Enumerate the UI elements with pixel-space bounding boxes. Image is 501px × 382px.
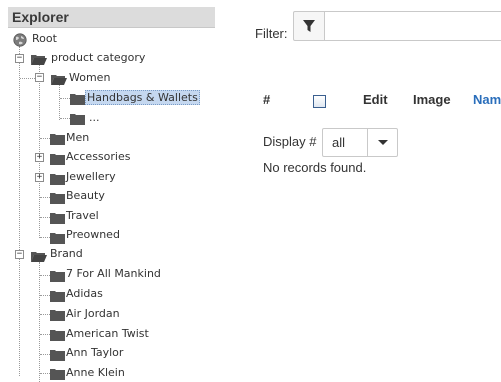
column-header-index: # [263, 92, 271, 107]
tree-item-label: Jewellery [66, 170, 116, 183]
tree-item-anne-klein[interactable]: Anne Klein [64, 364, 127, 382]
tree-line [40, 237, 50, 238]
display-count-label: Display # [263, 134, 317, 149]
tree-line [40, 354, 50, 355]
tree-item-air-jordan[interactable]: Air Jordan [64, 305, 122, 323]
tree-item-jewellery[interactable]: Jewellery [64, 168, 118, 186]
tree-root[interactable]: Root [30, 30, 59, 48]
tree-item-label: Travel [66, 209, 99, 222]
folder-open-icon [50, 73, 68, 85]
tree-line [40, 295, 50, 296]
tree-item-preowned[interactable]: Preowned [64, 226, 122, 244]
tree-item-label: Anne Klein [66, 366, 125, 379]
tree-line [20, 78, 35, 79]
tree-line [59, 84, 60, 120]
tree-line [60, 118, 70, 119]
tree-item-travel[interactable]: Travel [64, 207, 101, 225]
tree-item-label: Brand [50, 247, 83, 260]
tree-line [40, 314, 50, 315]
tree-root-label: Root [32, 32, 57, 45]
column-header-edit: Edit [363, 92, 388, 107]
folder-icon [70, 113, 88, 125]
tree-item-label: Preowned [66, 228, 120, 241]
tree-item-american-twist[interactable]: American Twist [64, 325, 151, 343]
chevron-down-icon [367, 129, 397, 156]
explorer-panel: Explorer Root − product category − Women… [0, 0, 215, 382]
tree-line [40, 138, 50, 139]
select-all-checkbox[interactable] [313, 95, 326, 108]
tree-line [40, 334, 50, 335]
folder-open-icon [30, 53, 48, 65]
globe-icon [13, 32, 27, 47]
tree-line [39, 262, 40, 382]
tree-item-label: product category [51, 51, 146, 64]
collapse-toggle[interactable]: − [15, 54, 24, 63]
tree-item-7-for-all-mankind[interactable]: 7 For All Mankind [64, 265, 163, 283]
collapse-toggle[interactable]: − [15, 250, 24, 259]
tree-item-product-category[interactable]: product category [49, 49, 147, 67]
collapse-toggle[interactable]: − [35, 73, 44, 82]
tree-line [19, 46, 20, 376]
display-count-select[interactable]: all [322, 128, 398, 157]
tree-line [39, 64, 40, 238]
filter-input[interactable] [325, 11, 501, 41]
tree-item-label: Accessories [66, 150, 131, 163]
tree-line [40, 197, 50, 198]
tree-item-label: Women [69, 71, 111, 84]
tree-item-label: Adidas [66, 287, 103, 300]
tree-item-beauty[interactable]: Beauty [64, 187, 107, 205]
tree-item-adidas[interactable]: Adidas [64, 285, 105, 303]
tree-item-label: Handbags & Wallets [85, 90, 200, 105]
tree-line [40, 217, 50, 218]
tree-item-label: Beauty [66, 189, 105, 202]
tree-item-brand[interactable]: Brand [48, 245, 85, 263]
empty-message: No records found. [263, 160, 367, 175]
tree-line [40, 275, 50, 276]
folder-open-icon [30, 250, 48, 262]
filter-button[interactable] [293, 11, 325, 41]
tree-item-label: American Twist [66, 327, 149, 340]
expand-toggle[interactable]: + [35, 173, 44, 182]
tree-item-label: Air Jordan [66, 307, 120, 320]
tree-item-accessories[interactable]: Accessories [64, 148, 132, 166]
tree-line [40, 373, 50, 374]
tree-item-more[interactable]: ... [87, 109, 102, 127]
display-count-value: all [332, 135, 346, 150]
tree-item-label: Men [66, 131, 90, 144]
category-tree: Root − product category − Women Handbags… [0, 0, 215, 382]
tree-item-ann-taylor[interactable]: Ann Taylor [64, 344, 125, 362]
tree-item-men[interactable]: Men [64, 129, 91, 147]
tree-item-women[interactable]: Women [67, 69, 112, 87]
expand-toggle[interactable]: + [35, 153, 44, 162]
tree-item-label: Ann Taylor [66, 346, 124, 359]
column-header-name[interactable]: Nam [473, 92, 501, 107]
tree-item-label: ... [89, 111, 100, 124]
filter-icon [303, 20, 315, 32]
filter-label: Filter: [255, 26, 288, 41]
column-header-image: Image [413, 92, 451, 107]
tree-item-label: 7 For All Mankind [66, 267, 161, 280]
tree-item-handbags-wallets[interactable]: Handbags & Wallets [85, 89, 200, 107]
tree-line [60, 98, 70, 99]
